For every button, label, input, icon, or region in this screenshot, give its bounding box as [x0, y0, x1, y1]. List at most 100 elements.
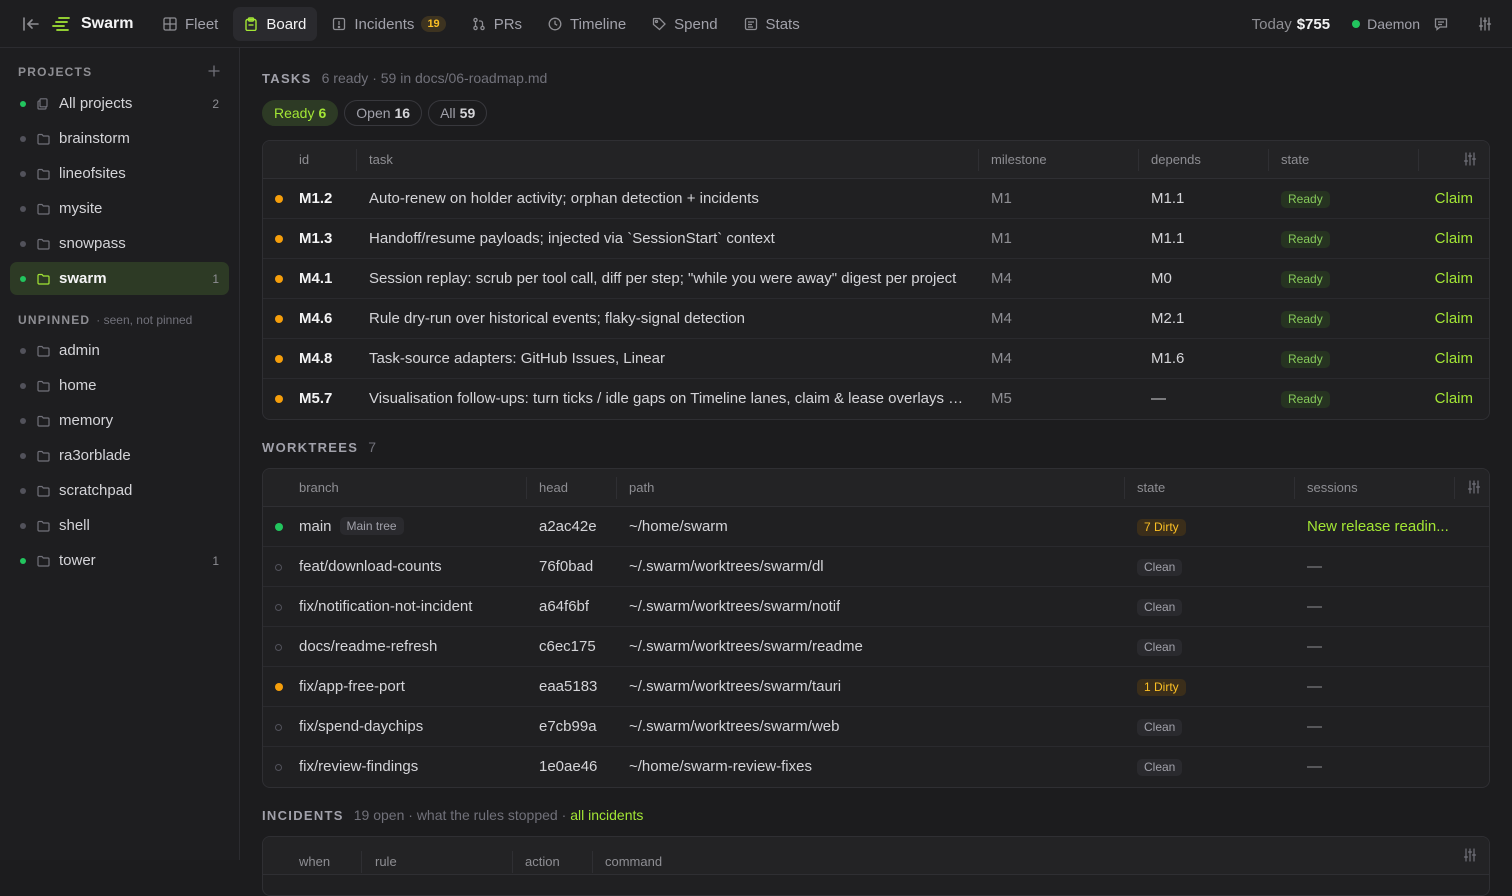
nav-board[interactable]: Board — [233, 7, 318, 41]
chat-icon[interactable] — [1434, 17, 1448, 31]
sidebar-item-snowpass[interactable]: snowpass — [10, 227, 229, 260]
sidebar-item-memory[interactable]: memory — [10, 404, 229, 437]
copy-icon — [37, 97, 50, 110]
incidents-header: INCIDENTS 19 open · what the rules stopp… — [262, 807, 643, 823]
worktree-row[interactable]: fix/app-free-port eaa5183 ~/.swarm/worktre… — [263, 667, 1489, 707]
nav-fleet[interactable]: Fleet — [152, 7, 229, 41]
column-divider — [512, 851, 513, 873]
project-name: tower — [59, 552, 96, 569]
sidebar-item-scratchpad[interactable]: scratchpad — [10, 474, 229, 507]
sidebar-item-lineofsites[interactable]: lineofsites — [10, 157, 229, 190]
col-path[interactable]: path — [629, 469, 654, 507]
claim-button[interactable]: Claim — [1435, 379, 1473, 419]
task-milestone: M4 — [991, 350, 1012, 367]
nav-spend[interactable]: Spend — [641, 7, 728, 41]
task-row[interactable]: M1.2 Auto-renew on holder activity; orpha… — [263, 179, 1489, 219]
column-divider — [526, 477, 527, 499]
nav-stats[interactable]: Stats — [733, 7, 811, 41]
filter-all-chip[interactable]: All 59 — [428, 100, 488, 126]
sidebar-item-ra3orblade[interactable]: ra3orblade — [10, 439, 229, 472]
nav-timeline[interactable]: Timeline — [537, 7, 637, 41]
project-name: snowpass — [59, 235, 126, 252]
filter-ready-chip[interactable]: Ready 6 — [262, 100, 339, 126]
status-dot — [275, 683, 283, 691]
worktree-row[interactable]: docs/readme-refresh c6ec175 ~/.swarm/workt… — [263, 627, 1489, 667]
nav-label: Incidents — [354, 15, 415, 33]
sidebar-item-brainstorm[interactable]: brainstorm — [10, 122, 229, 155]
col-milestone[interactable]: milestone — [991, 141, 1047, 179]
daemon-label[interactable]: Daemon — [1367, 16, 1420, 32]
col-id[interactable]: id — [299, 141, 309, 179]
sidebar-item-tower[interactable]: tower 1 — [10, 544, 229, 577]
worktree-sessions: — — [1307, 638, 1322, 655]
settings-sliders-icon[interactable] — [1478, 17, 1492, 31]
column-settings-icon[interactable] — [1463, 152, 1477, 166]
worktree-branch: docs/readme-refresh — [299, 638, 438, 655]
sidebar-item-all-projects[interactable]: All projects 2 — [10, 87, 229, 120]
col-sessions[interactable]: sessions — [1307, 469, 1358, 507]
col-command[interactable]: command — [605, 843, 662, 881]
task-row[interactable]: M4.1 Session replay: scrub per tool call,… — [263, 259, 1489, 299]
collapse-sidebar-icon[interactable] — [22, 16, 40, 32]
task-title: Auto-renew on holder activity; orphan de… — [369, 190, 759, 207]
claim-button[interactable]: Claim — [1435, 339, 1473, 379]
col-state[interactable]: state — [1137, 469, 1165, 507]
folder-icon — [37, 133, 50, 145]
col-branch[interactable]: branch — [299, 469, 339, 507]
state-badge: Ready — [1281, 191, 1330, 208]
task-row[interactable]: M4.8 Task-source adapters: GitHub Issues,… — [263, 339, 1489, 379]
worktree-row[interactable]: fix/review-findings 1e0ae46 ~/home/swarm-r… — [263, 747, 1489, 787]
status-dot — [275, 315, 283, 323]
project-name: swarm — [59, 270, 107, 287]
claim-button[interactable]: Claim — [1435, 179, 1473, 219]
nav-incidents[interactable]: Incidents 19 — [321, 7, 456, 41]
claim-button[interactable]: Claim — [1435, 259, 1473, 299]
status-dot — [20, 205, 26, 212]
unpinned-subtitle: · seen, not pinned — [96, 313, 193, 327]
worktree-head: a64f6bf — [539, 598, 590, 615]
col-task[interactable]: task — [369, 141, 393, 179]
worktree-row[interactable]: fix/spend-daychips e7cb99a ~/.swarm/worktr… — [263, 707, 1489, 747]
sidebar-item-home[interactable]: home — [10, 369, 229, 402]
claim-button[interactable]: Claim — [1435, 219, 1473, 259]
column-settings-icon[interactable] — [1467, 480, 1481, 494]
filter-open-chip[interactable]: Open 16 — [344, 100, 423, 126]
worktree-sessions[interactable]: New release readin... — [1307, 507, 1457, 547]
sidebar: PROJECTS All projects 2 brainstorm lineofsi… — [0, 48, 240, 860]
col-depends[interactable]: depends — [1151, 141, 1201, 179]
claim-button[interactable]: Claim — [1435, 299, 1473, 339]
col-action[interactable]: action — [525, 843, 560, 881]
task-id: M4.1 — [299, 270, 333, 287]
sidebar-item-shell[interactable]: shell — [10, 509, 229, 542]
brand[interactable]: Swarm — [52, 12, 133, 36]
col-state[interactable]: state — [1281, 141, 1309, 179]
sidebar-item-swarm[interactable]: swarm 1 — [10, 262, 229, 295]
status-dot — [20, 347, 26, 354]
status-dot — [20, 452, 26, 459]
project-name: scratchpad — [59, 482, 133, 499]
column-divider — [1138, 149, 1139, 171]
status-dot — [275, 275, 283, 283]
nav-prs[interactable]: PRs — [461, 7, 533, 41]
worktree-sessions: — — [1307, 718, 1322, 735]
col-rule[interactable]: rule — [375, 843, 397, 881]
col-when[interactable]: when — [299, 843, 330, 881]
state-badge: Ready — [1281, 391, 1330, 408]
worktree-path: ~/.swarm/worktrees/swarm/tauri — [629, 678, 842, 695]
all-incidents-link[interactable]: all incidents — [570, 807, 643, 823]
task-depends: M1.1 — [1151, 190, 1185, 207]
worktree-row[interactable]: feat/download-counts 76f0bad ~/.swarm/work… — [263, 547, 1489, 587]
task-row[interactable]: M5.7 Visualisation follow-ups: turn ticks… — [263, 379, 1489, 419]
worktree-row[interactable]: fix/notification-not-incident a64f6bf ~/.s… — [263, 587, 1489, 627]
tasks-table: id task milestone depends state M1.2 Auto… — [262, 140, 1490, 420]
task-id: M1.3 — [299, 230, 333, 247]
worktree-path: ~/.swarm/worktrees/swarm/readme — [629, 638, 863, 655]
sidebar-item-admin[interactable]: admin — [10, 334, 229, 367]
worktree-row[interactable]: main Main tree a2ac42e ~/home/swarm 7 Dirty N… — [263, 507, 1489, 547]
col-head[interactable]: head — [539, 469, 568, 507]
add-project-icon[interactable] — [207, 64, 221, 78]
sidebar-item-mysite[interactable]: mysite — [10, 192, 229, 225]
task-title: Handoff/resume payloads; injected via `S… — [369, 230, 775, 247]
task-row[interactable]: M1.3 Handoff/resume payloads; injected vi… — [263, 219, 1489, 259]
task-row[interactable]: M4.6 Rule dry-run over historical events;… — [263, 299, 1489, 339]
